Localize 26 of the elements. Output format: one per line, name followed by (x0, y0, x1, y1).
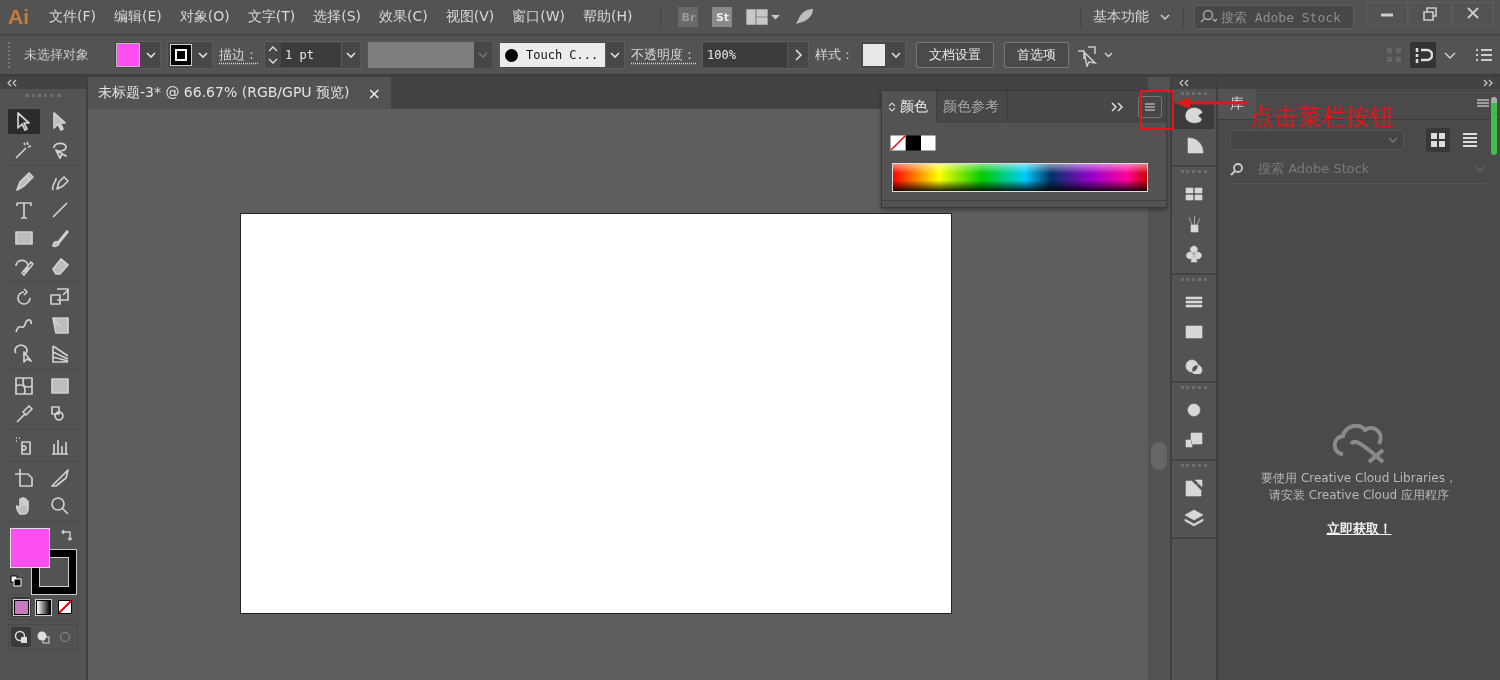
menu-item[interactable]: 效果(C) (379, 8, 428, 26)
app-logo: Ai (8, 5, 29, 29)
tab-close-button[interactable]: × (367, 83, 381, 103)
opacity-label[interactable]: 不透明度： (631, 46, 696, 64)
toolbar-button[interactable]: 首选项 (1004, 42, 1069, 68)
app-switcher-button[interactable]: St (712, 7, 733, 27)
brush-dropdown[interactable]: Touch C... (500, 43, 605, 67)
menu-item[interactable]: 文字(T) (247, 8, 296, 26)
menu-item[interactable]: 编辑(E) (114, 8, 162, 26)
style-label: 样式： (815, 46, 854, 64)
stock-search-field[interactable]: 搜索 Adobe Stock (1194, 5, 1354, 29)
toolbar-button[interactable]: 文档设置 (916, 42, 994, 68)
menu-item[interactable]: 对象(O) (179, 8, 230, 26)
get-now-link[interactable]: 立即获取！ (1326, 520, 1392, 538)
stroke-label[interactable]: 描边： (219, 46, 258, 64)
document-tab[interactable]: 未标题-3* @ 66.67% (RGB/GPU 预览) × (88, 77, 391, 109)
menu-item[interactable]: 窗口(W) (512, 8, 565, 26)
selection-status: 未选择对象 (24, 46, 89, 64)
menu-item[interactable]: 帮助(H) (583, 8, 633, 26)
workspace-switcher[interactable]: 基本功能 (1091, 8, 1173, 26)
library-message: 要使用 Creative Cloud Libraries， 请安装 Creative Cloud 应用程序 (1261, 470, 1457, 504)
panel-tab[interactable]: 颜色参考 (937, 91, 1008, 123)
menu-item[interactable]: 选择(S) (313, 8, 361, 26)
panel-tab[interactable]: 颜色 (882, 91, 937, 123)
menu-item[interactable]: 文件(F) (49, 8, 96, 26)
menu-item[interactable]: 视图(V) (445, 8, 495, 26)
